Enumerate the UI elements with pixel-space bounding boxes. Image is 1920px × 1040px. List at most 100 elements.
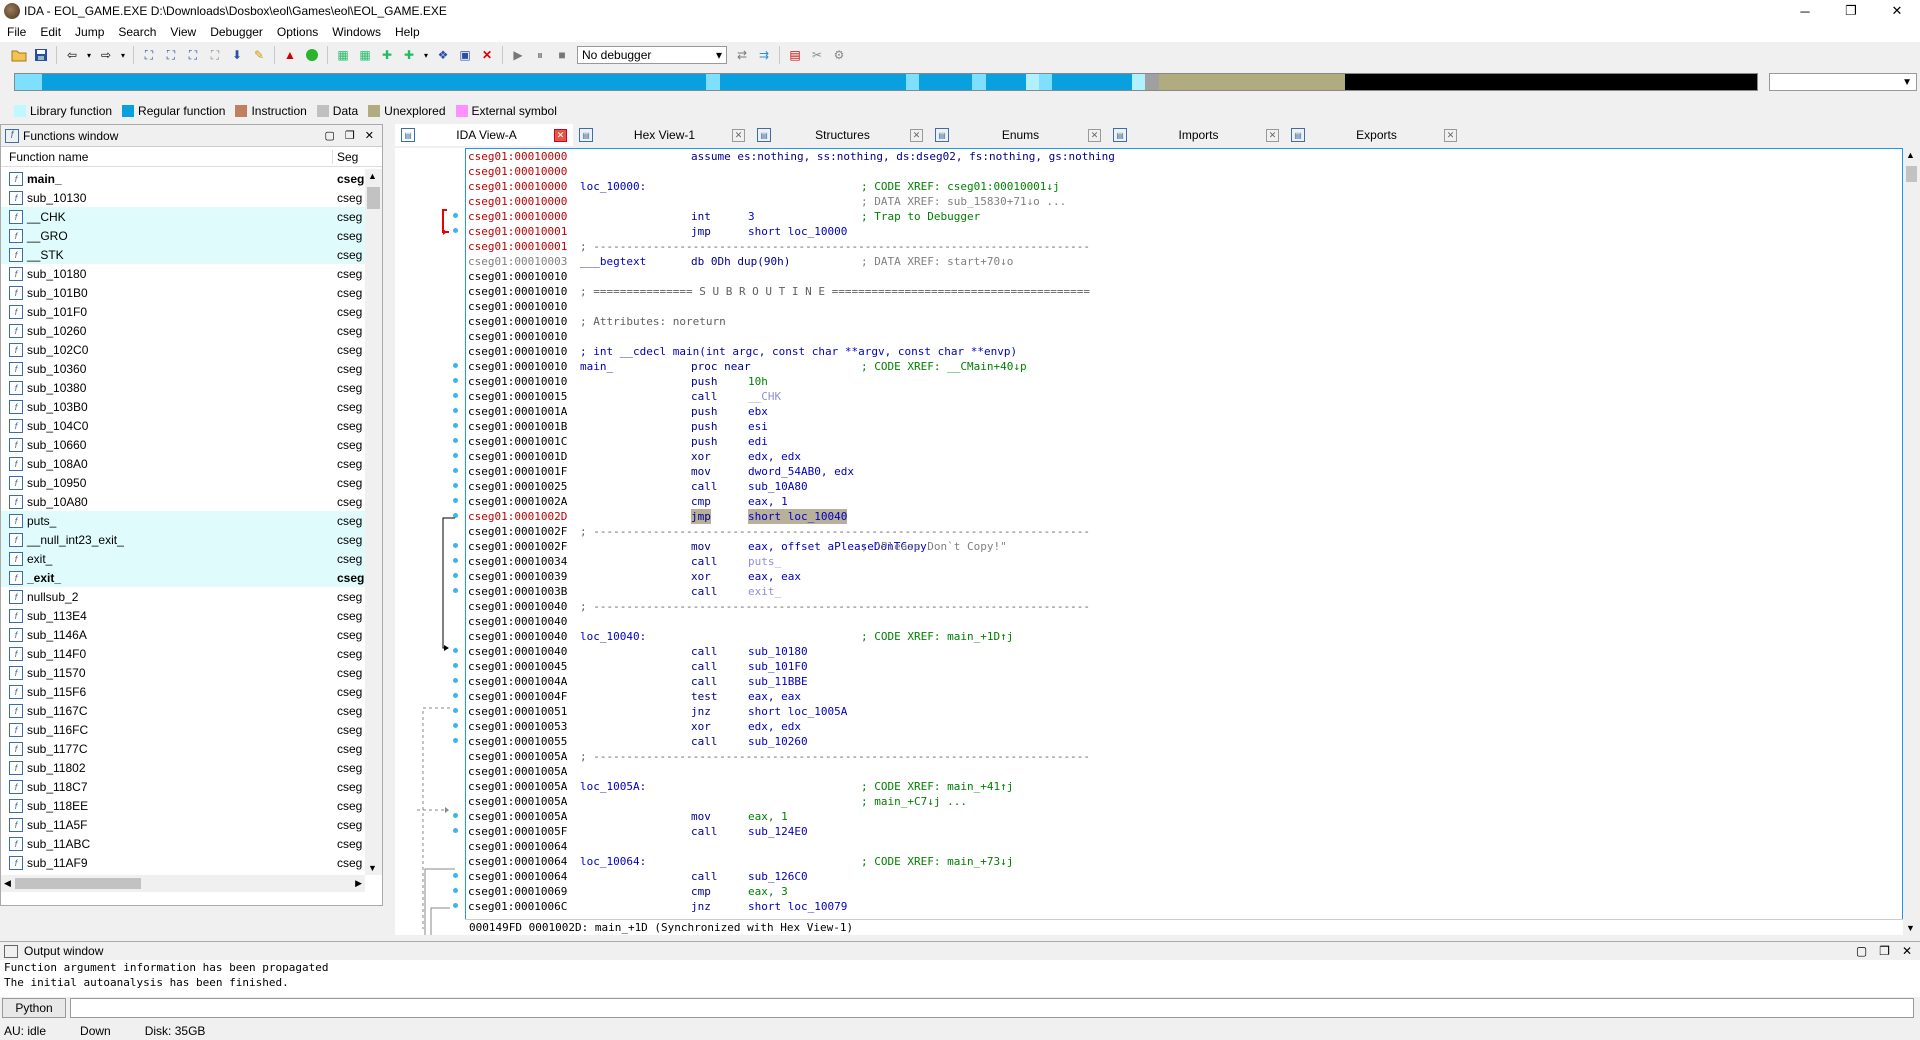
menu-file[interactable]: File [0,25,33,39]
disasm-line[interactable]: cseg01:00010010 [466,299,1902,314]
breakpoint-dot[interactable] [453,888,458,893]
disasm-line[interactable]: cseg01:00010010 ; =============== S U B R… [466,284,1902,299]
breakpoint-dot[interactable] [453,588,458,593]
function-row[interactable]: f sub_11802 cseg [1,758,365,777]
breakpoint-dot[interactable] [453,483,458,488]
disasm-line[interactable]: cseg01:0001004A call sub_11BBE [466,674,1902,689]
function-row[interactable]: f sub_10380 cseg [1,378,365,397]
disasm-line[interactable]: cseg01:00010000 [466,164,1902,179]
disasm-operand[interactable]: sub_11BBE [748,674,808,689]
disasm-operand[interactable]: sub_10260 [748,734,808,749]
breakpoint-dot[interactable] [453,228,458,233]
down-arrow-icon[interactable]: ⬇ [228,46,246,64]
chevron-down-icon[interactable]: ▾ [119,46,127,64]
menu-search[interactable]: Search [111,25,163,39]
function-row[interactable]: f sub_118EE cseg [1,796,365,815]
disasm-line[interactable]: cseg01:00010064 [466,839,1902,854]
disasm-line[interactable]: cseg01:0001001B push esi [466,419,1902,434]
function-row[interactable]: f sub_116FC cseg [1,720,365,739]
disasm-line[interactable]: cseg01:00010040 call sub_10180 [466,644,1902,659]
chevron-down-icon[interactable]: ▼ [368,863,377,873]
disasm-line[interactable]: cseg01:00010010 [466,329,1902,344]
disasm-line[interactable]: cseg01:00010025 call sub_10A80 [466,479,1902,494]
breakpoint-dot[interactable] [453,648,458,653]
breakpoint-dot[interactable] [453,408,458,413]
disasm-line[interactable]: cseg01:00010040 [466,614,1902,629]
breakpoint-dot[interactable] [453,513,458,518]
disasm-line[interactable]: cseg01:0001005A [466,764,1902,779]
play-icon[interactable]: ▶ [509,46,527,64]
close-icon[interactable]: ✕ [554,128,567,142]
disasm-line[interactable]: cseg01:00010000 ; DATA XREF: sub_15830+71… [466,194,1902,209]
breakpoint-dot[interactable] [453,378,458,383]
disasm-operand[interactable]: eax, eax [748,569,801,584]
disasm-line[interactable]: cseg01:00010040 loc_10040: ; CODE XREF: ma… [466,629,1902,644]
float-icon[interactable]: ❐ [1879,944,1890,958]
disasm-line[interactable]: cseg01:0001002F mov eax, offset aPleaseDon… [466,539,1902,554]
disasm-line[interactable]: cseg01:0001005F call sub_124E0 [466,824,1902,839]
close-icon[interactable]: ✕ [1088,128,1101,142]
breakpoint-dot[interactable] [453,558,458,563]
function-row[interactable]: f sub_10A80 cseg [1,492,365,511]
breakpoint-dot[interactable] [453,723,458,728]
command-input[interactable] [70,998,1914,1018]
plus-icon[interactable]: ✚ [400,46,418,64]
delete-icon[interactable]: ✕ [478,46,496,64]
disasm-line[interactable]: cseg01:0001001F mov dword_54AB0, edx [466,464,1902,479]
forward-arrow-icon[interactable]: ⇨ [97,46,115,64]
breakpoint-dot[interactable] [453,438,458,443]
disasm-operand[interactable]: 3 [748,209,755,224]
disasm-line[interactable]: cseg01:00010000 assume es:nothing, ss:not… [466,149,1902,164]
breakpoint-dot[interactable] [453,828,458,833]
breakpoint-dot[interactable] [453,693,458,698]
maximize-button[interactable]: ❐ [1828,0,1874,22]
disasm-operand[interactable]: eax, 1 [748,809,788,824]
close-icon[interactable]: ✕ [1902,944,1912,958]
disasm-operand[interactable]: edx, edx [748,449,801,464]
disasm-line[interactable]: cseg01:00010010 main_ proc near ; CODE XREF… [466,359,1902,374]
function-row[interactable]: f __STK cseg [1,245,365,264]
disasm-operand[interactable]: sub_10180 [748,644,808,659]
pause-icon[interactable]: ⏸ [531,46,549,64]
disasm-line[interactable]: cseg01:00010051 jnz short loc_1005A [466,704,1902,719]
function-row[interactable]: f sub_108A0 cseg [1,454,365,473]
enum-icon[interactable]: ▣ [456,46,474,64]
breakpoint-dot[interactable] [453,423,458,428]
disasm-operand[interactable]: __CHK [748,389,781,404]
search-next-icon[interactable]: ⛶ [206,46,224,64]
disasm-label[interactable]: loc_1005A: [580,779,646,794]
close-button[interactable]: ✕ [1874,0,1920,22]
minimize-button[interactable]: ─ [1782,0,1828,22]
disasm-line[interactable]: cseg01:00010001 jmp short loc_10000 [466,224,1902,239]
chevron-right-icon[interactable]: ▶ [355,878,362,889]
tools-icon[interactable]: ✂ [808,46,826,64]
disasm-line[interactable]: cseg01:00010064 loc_10064: ; CODE XREF: ma… [466,854,1902,869]
chevron-up-icon[interactable]: ▲ [368,171,377,181]
disasm-line[interactable]: cseg01:00010003 ___begtext db 0Dh dup(90h)… [466,254,1902,269]
disasm-line[interactable]: cseg01:00010064 call sub_126C0 [466,869,1902,884]
column-function-name[interactable]: Function name [1,149,333,164]
breakpoint-dot[interactable] [453,813,458,818]
disasm-line[interactable]: cseg01:0001005A ; main_+C7↓j ... [466,794,1902,809]
function-row[interactable]: f sub_10360 cseg [1,359,365,378]
scrollbar-thumb[interactable] [367,187,380,209]
disasm-label[interactable]: loc_10040: [580,629,646,644]
menu-edit[interactable]: Edit [33,25,68,39]
save-icon[interactable] [32,46,50,64]
breakpoint-list-icon[interactable]: ▤ [786,46,804,64]
disasm-operand[interactable]: esi [748,419,768,434]
menu-help[interactable]: Help [388,25,427,39]
disasm-line[interactable]: cseg01:00010053 xor edx, edx [466,719,1902,734]
breakpoint-dot[interactable] [453,678,458,683]
functions-vertical-scrollbar[interactable]: ▲ ▼ [365,169,382,875]
menu-view[interactable]: View [163,25,203,39]
close-icon[interactable]: ✕ [910,128,923,142]
disasm-line[interactable]: cseg01:00010040 ; -----------------------… [466,599,1902,614]
menu-debugger[interactable]: Debugger [203,25,270,39]
tab-ida-view-a[interactable]: ▤ IDA View-A ✕ [395,124,573,146]
stop-icon[interactable]: ■ [553,46,571,64]
breakpoint-dot[interactable] [453,543,458,548]
disasm-label[interactable]: loc_10064: [580,854,646,869]
disasm-line[interactable]: cseg01:00010010 [466,269,1902,284]
function-row[interactable]: f sub_1167C cseg [1,701,365,720]
